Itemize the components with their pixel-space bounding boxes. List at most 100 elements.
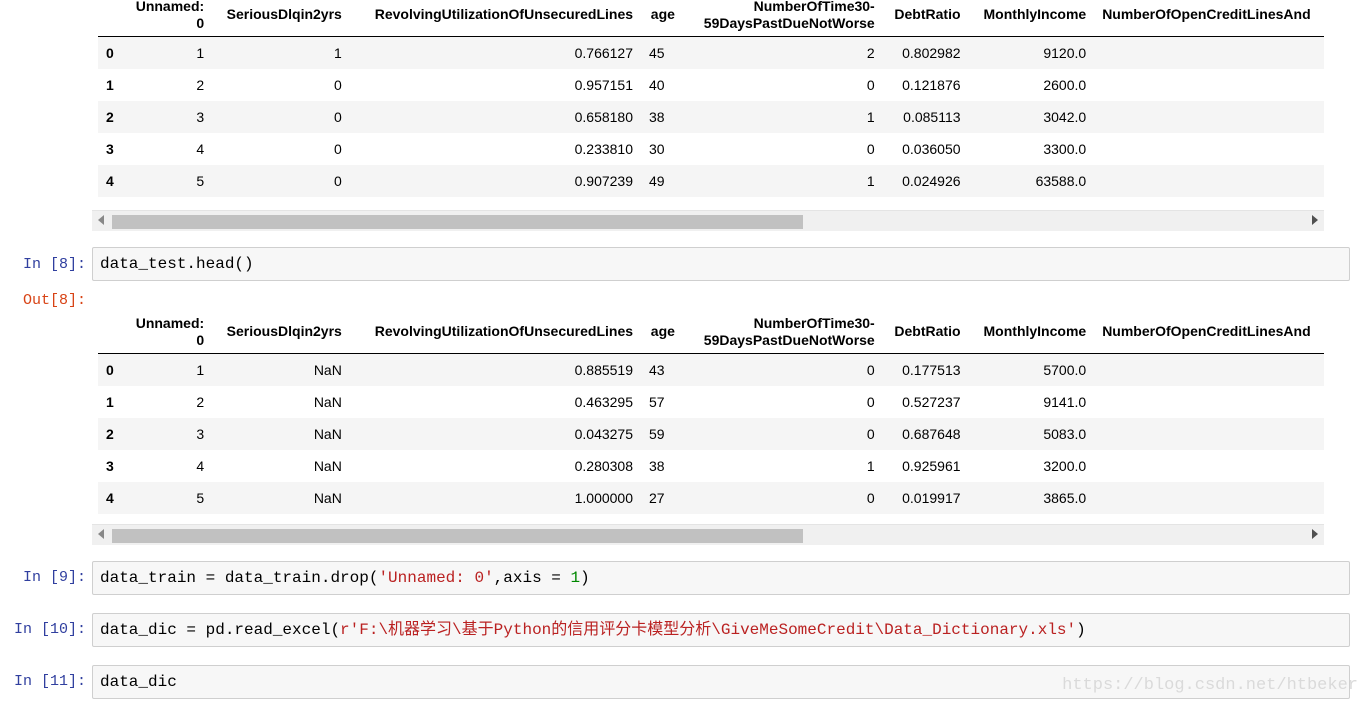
code-text: data_train = data_train.drop( bbox=[100, 569, 379, 587]
table-cell: 0.177513 bbox=[902, 362, 961, 378]
row-index: 2 bbox=[106, 109, 114, 125]
code-text: data_dic = pd.read_excel( bbox=[100, 621, 341, 639]
table-cell: 0.233810 bbox=[574, 141, 634, 157]
column-header: RevolvingUtilizationOfUnsecuredLines bbox=[349, 0, 642, 37]
table-cell: 5700.0 bbox=[1043, 362, 1087, 378]
dataframe-table: Unnamed: 0 SeriousDlqin2yrs RevolvingUti… bbox=[98, 310, 1324, 514]
table-cell: 2 bbox=[196, 77, 205, 93]
table-cell: 4 bbox=[196, 141, 205, 157]
table-cell: 57 bbox=[649, 394, 665, 410]
table-cell: 0 bbox=[866, 426, 875, 442]
table-row: 3 4 NaN 0.280308 38 1 0.925961 3200.0 bbox=[98, 450, 1324, 482]
horizontal-scrollbar[interactable] bbox=[92, 524, 1324, 545]
table-cell: 1.000000 bbox=[574, 490, 634, 506]
table-cell: 2 bbox=[866, 45, 875, 61]
table-cell: 4 bbox=[196, 458, 205, 474]
table-cell: 0.019917 bbox=[902, 490, 961, 506]
table-cell: 3200.0 bbox=[1043, 458, 1087, 474]
table-cell: 0 bbox=[866, 362, 875, 378]
code-cell-input[interactable]: data_test.head() bbox=[92, 247, 1350, 281]
table-cell bbox=[1094, 482, 1324, 514]
table-cell: 1 bbox=[866, 109, 875, 125]
code-text: data_test.head() bbox=[100, 255, 254, 273]
code-text: ) bbox=[1076, 621, 1086, 639]
table-cell: 3042.0 bbox=[1043, 109, 1087, 125]
table-cell: 38 bbox=[649, 458, 665, 474]
table-header-row: Unnamed: 0 SeriousDlqin2yrs RevolvingUti… bbox=[98, 310, 1324, 354]
table-cell bbox=[1094, 418, 1324, 450]
table-cell: 0 bbox=[334, 173, 342, 189]
table-cell: 40 bbox=[649, 77, 665, 93]
table-cell: 0.658180 bbox=[574, 109, 634, 125]
column-header: MonthlyIncome bbox=[968, 0, 1095, 37]
table-row: 4 5 0 0.907239 49 1 0.024926 63588.0 bbox=[98, 165, 1324, 197]
input-prompt: In [8]: bbox=[22, 256, 86, 273]
table-cell: 1 bbox=[866, 173, 875, 189]
table-cell: 63588.0 bbox=[1035, 173, 1087, 189]
table-cell: 2 bbox=[196, 394, 205, 410]
table-cell: 0.280308 bbox=[574, 458, 634, 474]
row-index: 4 bbox=[106, 490, 114, 506]
table-row: 1 2 0 0.957151 40 0 0.121876 2600.0 bbox=[98, 69, 1324, 101]
table-cell: NaN bbox=[313, 458, 342, 474]
table-cell: 5 bbox=[196, 490, 205, 506]
row-index: 1 bbox=[106, 394, 114, 410]
table-cell: 5 bbox=[196, 173, 205, 189]
column-header: NumberOfTime30-59DaysPastDueNotWorse bbox=[682, 0, 883, 37]
table-cell: 0 bbox=[334, 141, 342, 157]
table-cell: 0.527237 bbox=[902, 394, 961, 410]
table-cell: 3865.0 bbox=[1043, 490, 1087, 506]
horizontal-scrollbar[interactable] bbox=[92, 210, 1324, 231]
table-cell: 1 bbox=[866, 458, 875, 474]
code-cell-input[interactable]: data_dic = pd.read_excel(r'F:\机器学习\基于Pyt… bbox=[92, 613, 1350, 647]
code-text: ) bbox=[580, 569, 590, 587]
table-cell bbox=[1094, 133, 1324, 165]
table-cell: 0 bbox=[866, 141, 875, 157]
table-cell bbox=[1094, 354, 1324, 387]
code-cell-input[interactable]: data_train = data_train.drop('Unnamed: 0… bbox=[92, 561, 1350, 595]
column-header: SeriousDlqin2yrs bbox=[212, 310, 350, 354]
index-header bbox=[98, 0, 128, 37]
scroll-right-arrow-icon[interactable] bbox=[1312, 215, 1318, 225]
column-header: NumberOfOpenCreditLinesAnd bbox=[1094, 310, 1324, 354]
scrollbar-thumb[interactable] bbox=[112, 215, 803, 229]
table-cell: NaN bbox=[313, 490, 342, 506]
column-header: NumberOfOpenCreditLinesAnd bbox=[1094, 0, 1324, 37]
scroll-left-arrow-icon[interactable] bbox=[98, 215, 104, 225]
table-cell: 0.121876 bbox=[902, 77, 961, 93]
dataframe-table: Unnamed: 0 SeriousDlqin2yrs RevolvingUti… bbox=[98, 0, 1324, 197]
table-cell: 2600.0 bbox=[1043, 77, 1087, 93]
table-cell: NaN bbox=[313, 426, 342, 442]
table-cell: 3 bbox=[196, 426, 205, 442]
watermark: https://blog.csdn.net/htbeker bbox=[1062, 676, 1358, 695]
table-cell: 0 bbox=[866, 394, 875, 410]
table-cell: 1 bbox=[334, 45, 342, 61]
column-header: Unnamed: 0 bbox=[127, 310, 213, 354]
column-header: age bbox=[641, 310, 683, 354]
scroll-right-arrow-icon[interactable] bbox=[1312, 529, 1318, 539]
table-cell: 43 bbox=[649, 362, 665, 378]
row-index: 0 bbox=[106, 362, 114, 378]
table-cell bbox=[1094, 37, 1324, 70]
dataframe-output-1: Unnamed: 0 SeriousDlqin2yrs RevolvingUti… bbox=[98, 0, 1324, 205]
table-cell: 45 bbox=[649, 45, 665, 61]
table-row: 0 1 1 0.766127 45 2 0.802982 9120.0 bbox=[98, 36, 1324, 70]
dataframe-output-2: Unnamed: 0 SeriousDlqin2yrs RevolvingUti… bbox=[98, 310, 1324, 518]
table-cell: 0.085113 bbox=[903, 109, 961, 125]
input-prompt: In [9]: bbox=[22, 569, 86, 586]
column-header: RevolvingUtilizationOfUnsecuredLines bbox=[349, 310, 642, 354]
column-header: Unnamed: 0 bbox=[127, 0, 213, 37]
table-row: 0 1 NaN 0.885519 43 0 0.177513 5700.0 bbox=[98, 353, 1324, 387]
table-cell: 0.925961 bbox=[902, 458, 961, 474]
table-cell: 27 bbox=[649, 490, 665, 506]
column-header: MonthlyIncome bbox=[968, 310, 1095, 354]
table-cell: 0 bbox=[866, 490, 875, 506]
table-cell: 0.036050 bbox=[902, 141, 961, 157]
code-text: data_dic bbox=[100, 673, 177, 691]
table-cell: 0 bbox=[334, 109, 342, 125]
scroll-left-arrow-icon[interactable] bbox=[98, 529, 104, 539]
column-header: age bbox=[641, 0, 683, 37]
table-row: 2 3 0 0.658180 38 1 0.085113 3042.0 bbox=[98, 101, 1324, 133]
code-string: 'Unnamed: 0' bbox=[378, 569, 494, 587]
scrollbar-thumb[interactable] bbox=[112, 529, 803, 543]
